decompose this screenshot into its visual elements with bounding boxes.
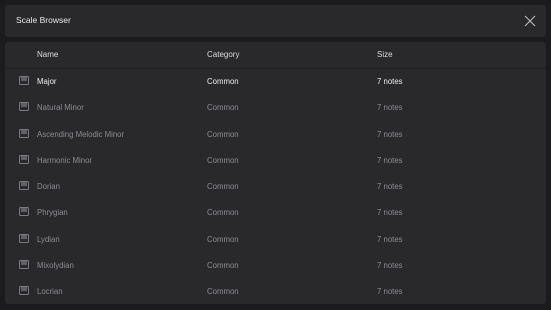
table-row[interactable]: Mixolydian Common 7 notes xyxy=(5,252,546,278)
row-size: 7 notes xyxy=(377,287,403,297)
table-row[interactable]: Lydian Common 7 notes xyxy=(5,226,546,252)
scale-browser-window: Scale Browser Name Category Size Major C… xyxy=(0,0,551,310)
piano-keys-icon xyxy=(19,286,29,296)
column-header-category[interactable]: Category xyxy=(207,50,239,59)
row-category: Common xyxy=(207,182,239,192)
piano-keys-icon xyxy=(19,102,29,112)
piano-keys-icon xyxy=(19,128,29,138)
row-name: Natural Minor xyxy=(37,103,84,113)
table-row[interactable]: Phrygian Common 7 notes xyxy=(5,199,546,225)
row-size: 7 notes xyxy=(377,208,403,218)
row-name: Harmonic Minor xyxy=(37,155,93,165)
piano-keys-icon xyxy=(19,181,29,191)
row-size: 7 notes xyxy=(377,234,403,244)
table-header: Name Category Size xyxy=(5,42,546,69)
table-row[interactable]: Dorian Common 7 notes xyxy=(5,173,546,199)
column-header-size[interactable]: Size xyxy=(377,50,393,59)
row-size: 7 notes xyxy=(377,103,403,113)
close-button[interactable] xyxy=(523,14,537,28)
row-name: Dorian xyxy=(37,182,60,192)
piano-keys-icon xyxy=(19,207,29,217)
row-size: 7 notes xyxy=(377,261,403,271)
piano-keys-icon xyxy=(19,76,29,85)
row-name: Lydian xyxy=(37,234,60,244)
row-name: Major xyxy=(37,77,57,86)
table-row[interactable]: Harmonic Minor Common 7 notes xyxy=(5,147,546,173)
window-title: Scale Browser xyxy=(16,15,71,25)
row-category: Common xyxy=(207,287,239,297)
close-icon xyxy=(524,15,536,27)
piano-keys-icon xyxy=(19,233,29,243)
row-name: Mixolydian xyxy=(37,261,74,271)
row-category: Common xyxy=(207,77,239,86)
row-category: Common xyxy=(207,208,239,218)
row-name: Locrian xyxy=(37,287,63,297)
row-name: Ascending Melodic Minor xyxy=(37,129,125,139)
table-row[interactable]: Major Common 7 notes xyxy=(5,68,546,94)
row-size: 7 notes xyxy=(377,129,403,139)
piano-keys-icon xyxy=(19,260,29,270)
title-bar: Scale Browser xyxy=(5,5,546,37)
table-body: Major Common 7 notes Natural Minor Commo… xyxy=(5,68,546,304)
row-name: Phrygian xyxy=(37,208,68,218)
row-category: Common xyxy=(207,103,239,113)
row-category: Common xyxy=(207,261,239,271)
row-category: Common xyxy=(207,155,239,165)
table-row[interactable]: Natural Minor Common 7 notes xyxy=(5,94,546,120)
column-header-name[interactable]: Name xyxy=(37,50,58,59)
scale-table: Name Category Size Major Common 7 notes xyxy=(5,42,546,304)
table-row[interactable]: Ascending Melodic Minor Common 7 notes xyxy=(5,121,546,147)
row-category: Common xyxy=(207,234,239,244)
row-category: Common xyxy=(207,129,239,139)
table-row[interactable]: Locrian Common 7 notes xyxy=(5,278,546,304)
piano-keys-icon xyxy=(19,154,29,164)
row-size: 7 notes xyxy=(377,77,403,86)
row-size: 7 notes xyxy=(377,155,403,165)
row-size: 7 notes xyxy=(377,182,403,192)
